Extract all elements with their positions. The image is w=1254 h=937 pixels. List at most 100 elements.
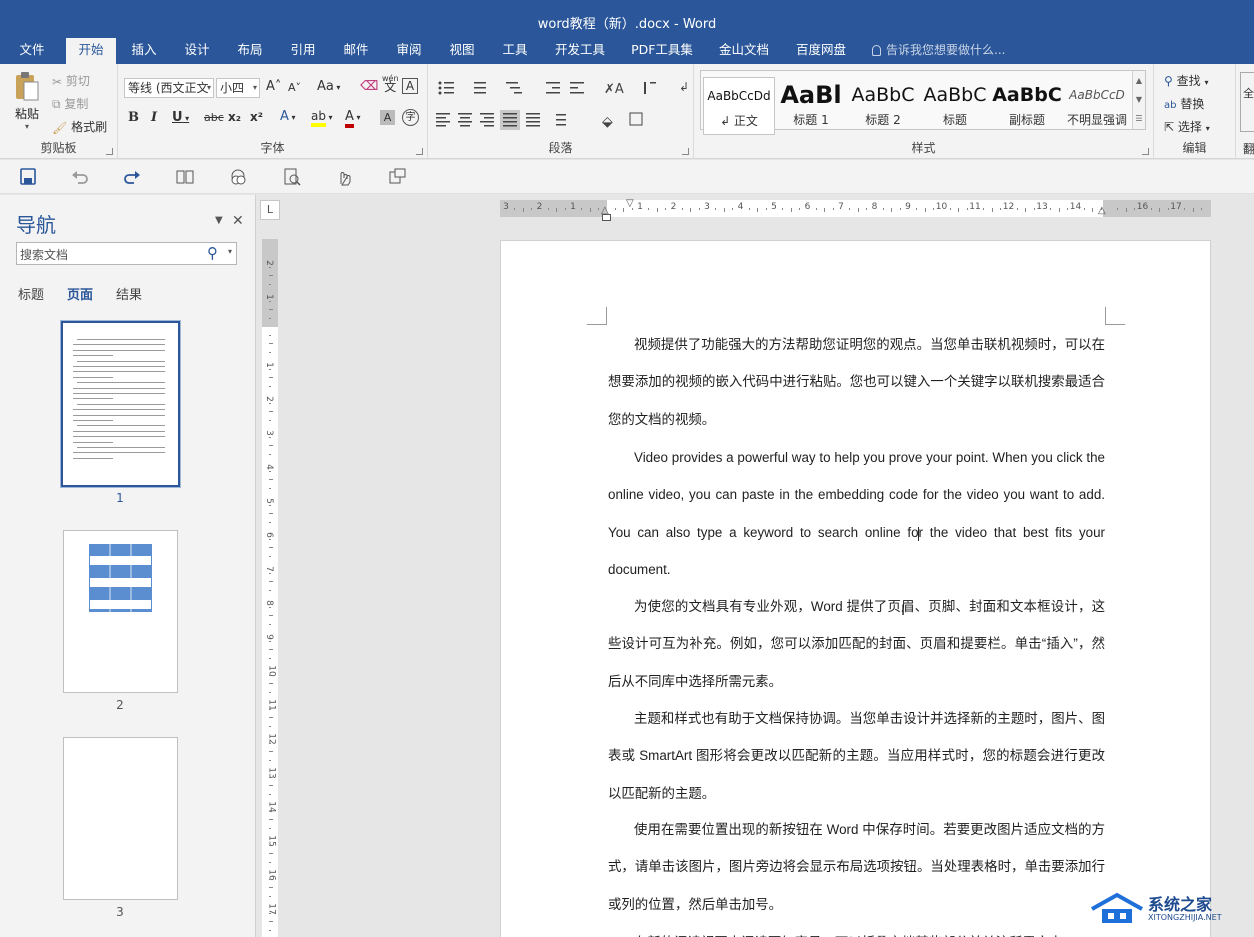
search-icon[interactable]: ⚲ <box>207 244 218 262</box>
customize-toolbar-icon[interactable] <box>387 168 407 186</box>
page-thumbnail-3[interactable] <box>63 737 178 900</box>
style-title[interactable]: AaBbC 标题 <box>919 77 991 135</box>
style-preview: AaBbC <box>923 84 987 106</box>
font-color-button[interactable]: A ▾ <box>345 109 360 128</box>
first-line-indent-marker[interactable]: ▽ <box>626 198 634 209</box>
shrink-font-button[interactable]: A˅ <box>288 81 301 94</box>
document-page[interactable]: 视频提供了功能强大的方法帮助您证明您的观点。当您单击联机视频时，可以在想要添加的… <box>500 240 1211 937</box>
paragraph[interactable]: 主题和样式也有助于文档保持协调。当您单击设计并选择新的主题时，图片、图表或 Sm… <box>608 700 1105 812</box>
paragraph[interactable]: 在新的阅读视图中阅读更加容易。可以折叠文档某些部分并关注所需文本。 <box>608 924 1105 937</box>
full-text-button[interactable]: 全 <box>1240 72 1254 132</box>
tab-references[interactable]: 引用 <box>281 38 325 64</box>
highlight-button[interactable]: ab ▾ <box>311 109 333 127</box>
copy-button[interactable]: ⧉ 复制 <box>52 95 88 112</box>
navigation-title: 导航 <box>16 213 56 237</box>
tell-me-box[interactable]: 告诉我您想要做什么... <box>872 38 1005 64</box>
right-indent-marker[interactable]: △ <box>1098 205 1106 216</box>
tab-design[interactable]: 设计 <box>175 38 219 64</box>
touch-mode-icon[interactable] <box>334 168 354 186</box>
tab-home[interactable]: 开始 <box>66 38 116 64</box>
side-by-side-icon[interactable] <box>175 168 195 186</box>
replace-button[interactable]: ab 替换 <box>1164 95 1204 112</box>
style-subtle-emphasis[interactable]: AaBbCcD 不明显强调 <box>1063 77 1131 135</box>
tab-baidu-netdisk[interactable]: 百度网盘 <box>790 38 852 64</box>
character-border-button[interactable]: A <box>402 78 418 94</box>
ruler-tick <box>849 208 851 210</box>
share-icon[interactable] <box>228 168 248 186</box>
paragraph-launcher-icon[interactable] <box>682 148 689 155</box>
page-thumbnail-2[interactable] <box>63 530 178 693</box>
paragraph[interactable]: 为使您的文档具有专业外观，Word 提供了页眉、页脚、封面和文本框设计，这些设计… <box>608 588 1105 700</box>
align-justify-button[interactable] <box>500 110 520 130</box>
enclose-characters-button[interactable]: 字 <box>402 109 419 126</box>
style-normal[interactable]: AaBbCcDd ↲ 正文 <box>703 77 775 135</box>
phonetic-guide-button[interactable]: wén 文 <box>382 74 399 93</box>
chevron-down-icon[interactable]: ▾ <box>228 247 232 256</box>
close-icon[interactable]: ✕ <box>232 213 244 229</box>
style-heading-1[interactable]: AaBl 标题 1 <box>775 77 847 135</box>
find-button[interactable]: ⚲ 查找 ▾ <box>1164 72 1208 89</box>
styles-gallery-scroll[interactable]: ▲ ▼ ☰ <box>1132 71 1145 129</box>
tab-review[interactable]: 审阅 <box>387 38 431 64</box>
tab-view[interactable]: 视图 <box>440 38 484 64</box>
multilevel-list-button[interactable] <box>500 78 530 98</box>
window-title: word教程（新）.docx - Word <box>537 17 717 32</box>
cut-button[interactable]: ✂ 剪切 <box>52 72 90 89</box>
font-launcher-icon[interactable] <box>416 148 423 155</box>
subscript-button[interactable]: x₂ <box>228 110 241 124</box>
scroll-down-icon[interactable]: ▼ <box>1133 90 1145 109</box>
paste-button[interactable]: 粘贴 ▾ <box>10 70 44 132</box>
undo-icon[interactable] <box>70 168 90 186</box>
vertical-ruler[interactable]: 2 1 1 2 3 4 5 6 7 8 9 10 11 12 13 14 15 16 17 <box>262 239 278 937</box>
save-icon[interactable] <box>18 168 38 186</box>
tab-insert[interactable]: 插入 <box>122 38 166 64</box>
font-size-dropdown[interactable]: 小四 ▾ <box>216 78 260 98</box>
paragraph[interactable]: 使用在需要位置出现的新按钮在 Word 中保存时间。若要更改图片适应文档的方式，… <box>608 811 1105 923</box>
format-painter-button[interactable]: 🖌 格式刷 <box>52 118 107 135</box>
clear-formatting-button[interactable]: ⌫ <box>360 79 378 94</box>
bold-button[interactable]: B <box>128 110 139 125</box>
tab-results[interactable]: 结果 <box>116 284 142 303</box>
paragraph[interactable]: 视频提供了功能强大的方法帮助您证明您的观点。当您单击联机视频时，可以在想要添加的… <box>608 326 1105 438</box>
font-name-dropdown[interactable]: 等线 (西文正文 ▾ <box>124 78 214 98</box>
tab-headings[interactable]: 标题 <box>18 284 44 303</box>
gallery-more-icon[interactable]: ☰ <box>1133 109 1145 128</box>
character-shading-button[interactable]: A <box>380 110 395 125</box>
print-preview-icon[interactable] <box>282 168 302 186</box>
horizontal-ruler[interactable]: 3 2 1 1 2 3 4 5 6 7 8 9 10 11 12 13 14 16 17 ▽ △ △ <box>500 198 1211 221</box>
tab-tools[interactable]: 工具 <box>493 38 537 64</box>
tab-layout[interactable]: 布局 <box>228 38 272 64</box>
ruler-tick <box>1159 208 1161 212</box>
bullets-button[interactable] <box>434 78 464 98</box>
italic-button[interactable]: I <box>151 110 157 125</box>
page-thumbnail-1[interactable] <box>61 321 180 487</box>
tab-kingsoft-docs[interactable]: 金山文档 <box>713 38 775 64</box>
style-heading-2[interactable]: AaBbC 标题 2 <box>847 77 919 135</box>
style-subtitle[interactable]: AaBbC 副标题 <box>991 77 1063 135</box>
tab-file[interactable]: 文件 <box>10 38 54 64</box>
ruler-tick <box>1184 208 1186 210</box>
change-case-button[interactable]: Aa ▾ <box>317 79 340 94</box>
grow-font-button[interactable]: A˄ <box>266 79 281 94</box>
decrease-indent-button[interactable] <box>544 78 564 98</box>
scroll-up-icon[interactable]: ▲ <box>1133 71 1145 90</box>
paragraph[interactable]: Video provides a powerful way to help yo… <box>608 439 1105 589</box>
tab-developer[interactable]: 开发工具 <box>549 38 611 64</box>
tab-mailings[interactable]: 邮件 <box>334 38 378 64</box>
pane-options-icon[interactable]: ▼ <box>215 215 223 226</box>
clipboard-launcher-icon[interactable] <box>106 148 113 155</box>
tab-pages[interactable]: 页面 <box>67 284 93 303</box>
increase-indent-button[interactable] <box>568 78 588 98</box>
tab-pdf-tools[interactable]: PDF工具集 <box>627 38 697 64</box>
tab-selector[interactable]: L <box>260 200 280 220</box>
text-effects-button[interactable]: A ▾ <box>280 109 295 124</box>
left-indent-marker[interactable] <box>602 214 611 221</box>
underline-button[interactable]: U ▾ <box>172 110 189 125</box>
strikethrough-button[interactable]: abc <box>204 111 224 124</box>
superscript-button[interactable]: x² <box>250 110 263 124</box>
select-button[interactable]: ⇱ 选择 ▾ <box>1164 118 1210 135</box>
search-document-input[interactable]: 搜索文档 ⚲ ▾ <box>16 242 237 265</box>
numbering-button[interactable] <box>468 78 498 98</box>
styles-launcher-icon[interactable] <box>1142 148 1149 155</box>
redo-icon[interactable] <box>122 168 142 186</box>
